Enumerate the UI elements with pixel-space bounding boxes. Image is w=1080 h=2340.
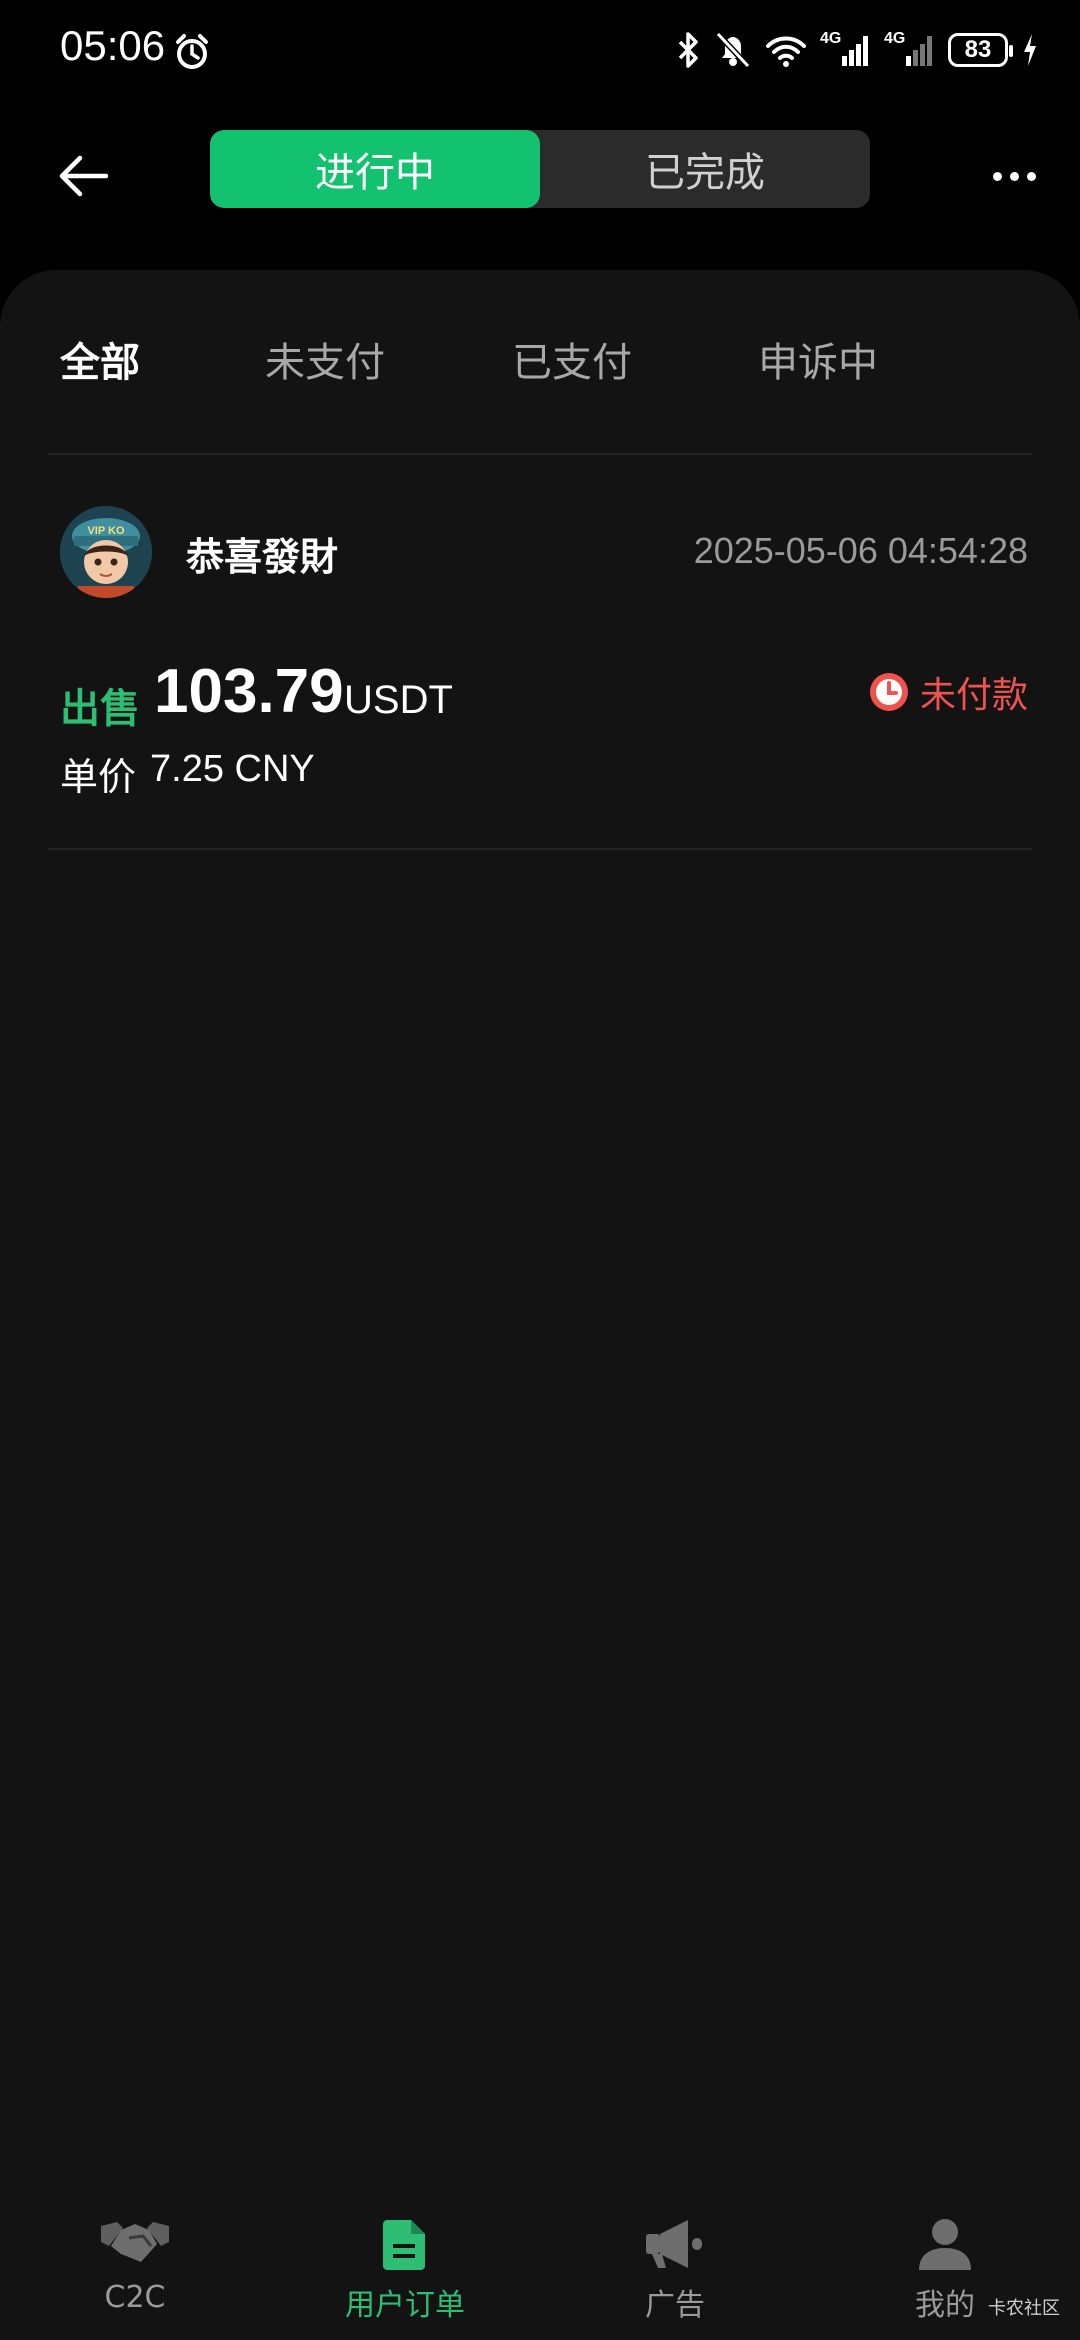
nav-label-user-orders: 用户订单 xyxy=(345,2288,465,2323)
alarm-icon xyxy=(172,32,212,72)
tab-completed[interactable]: 已完成 xyxy=(540,130,870,208)
nav-label-mine: 我的 xyxy=(915,2288,975,2323)
back-button[interactable] xyxy=(48,140,120,212)
nav-item-ads[interactable]: 广告 xyxy=(585,2216,765,2336)
signal-1: 4G xyxy=(820,30,872,70)
more-dot xyxy=(992,171,1002,181)
order-amount: 103.79 xyxy=(154,657,344,726)
divider xyxy=(48,453,1032,455)
more-dot xyxy=(1009,171,1019,181)
orders-panel: 全部 未支付 已支付 申诉中 VIP KO 恭喜發財 2025-05-06 04… xyxy=(0,270,1080,2190)
order-card[interactable]: VIP KO 恭喜發財 2025-05-06 04:54:28 出售 103.7… xyxy=(0,456,1080,848)
filter-tab-all[interactable]: 全部 xyxy=(60,330,140,388)
status-bar: 05:06 4G 4G 83 xyxy=(0,0,1080,100)
order-currency: USDT xyxy=(344,678,453,722)
bottom-navigation: C2C 用户订单 广告 我的 卡农社区 xyxy=(0,2190,1080,2340)
filter-tabs: 全部 未支付 已支付 申诉中 xyxy=(0,330,1080,400)
nav-item-user-orders[interactable]: 用户订单 xyxy=(315,2216,495,2336)
document-icon xyxy=(369,2216,441,2272)
charging-icon xyxy=(1024,34,1036,66)
filter-tab-appeal[interactable]: 申诉中 xyxy=(758,330,878,388)
bluetooth-icon xyxy=(678,32,698,68)
more-button[interactable] xyxy=(978,140,1050,212)
nav-label-ads: 广告 xyxy=(645,2288,705,2323)
avatar-cap-text: VIP KO xyxy=(87,525,125,537)
nav-item-c2c[interactable]: C2C xyxy=(45,2216,225,2336)
divider xyxy=(48,848,1032,850)
wifi-icon xyxy=(766,36,806,67)
order-timestamp: 2025-05-06 04:54:28 xyxy=(693,530,1028,571)
signal-bars-weak-icon xyxy=(906,36,932,66)
avatar[interactable]: VIP KO xyxy=(60,506,152,598)
more-dot xyxy=(1026,171,1036,181)
user-name[interactable]: 恭喜發財 xyxy=(186,526,338,581)
signal-2: 4G xyxy=(884,30,936,70)
unit-price-label: 单价 xyxy=(60,755,137,799)
clock-icon xyxy=(869,673,908,711)
battery-indicator: 83 xyxy=(948,33,1013,67)
header: 进行中 已完成 xyxy=(0,100,1080,270)
signal-bars-icon xyxy=(842,36,868,66)
status-time: 05:06 xyxy=(60,22,166,69)
arrow-left-icon xyxy=(59,155,109,197)
megaphone-icon xyxy=(639,2216,711,2272)
nav-label-c2c: C2C xyxy=(104,2280,166,2315)
status-badge: 未付款 xyxy=(868,666,1028,718)
status-icons: 4G 4G 83 xyxy=(676,28,1040,72)
tab-in-progress[interactable]: 进行中 xyxy=(210,130,540,208)
watermark: 卡农社区 xyxy=(988,2298,1060,2319)
filter-tab-unpaid[interactable]: 未支付 xyxy=(265,330,385,388)
order-side: 出售 xyxy=(60,686,140,732)
status-segmented-control: 进行中 已完成 xyxy=(210,130,870,208)
user-icon xyxy=(909,2216,981,2272)
handshake-icon xyxy=(99,2216,171,2272)
unit-price-value: 7.25 CNY xyxy=(150,748,315,790)
mute-bell-icon xyxy=(715,31,751,69)
filter-tab-paid[interactable]: 已支付 xyxy=(512,330,632,388)
status-text: 未付款 xyxy=(919,675,1028,716)
